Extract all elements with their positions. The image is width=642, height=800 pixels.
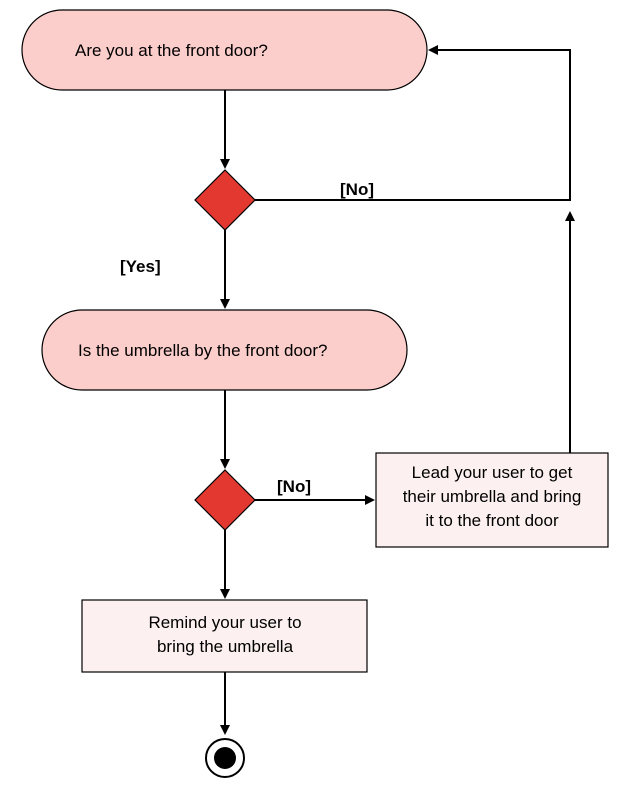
lead-l3: it to the front door	[425, 511, 559, 530]
decision-umbrella-at-door: Is the umbrella by the front door?	[42, 310, 407, 390]
branch-d2	[195, 470, 255, 530]
action-lead-user: Lead your user to get their umbrella and…	[376, 453, 608, 547]
edge-yes-label: [Yes]	[120, 257, 161, 276]
decision-at-front-door: Are you at the front door?	[22, 10, 427, 90]
remind-l1: Remind your user to	[148, 613, 301, 632]
edge-no1-label: [No]	[340, 180, 374, 199]
end-node	[206, 739, 244, 777]
branch-d1	[195, 170, 255, 230]
action-remind-user: Remind your user to bring the umbrella	[82, 600, 367, 672]
lead-l1: Lead your user to get	[412, 463, 573, 482]
q1-label: Are you at the front door?	[75, 41, 268, 60]
q2-label: Is the umbrella by the front door?	[78, 341, 327, 360]
lead-l2: their umbrella and bring	[403, 487, 582, 506]
edge-no2-label: [No]	[277, 477, 311, 496]
flowchart-diagram: Are you at the front door? [Yes] [No] Is…	[0, 0, 642, 800]
remind-l2: bring the umbrella	[157, 637, 294, 656]
